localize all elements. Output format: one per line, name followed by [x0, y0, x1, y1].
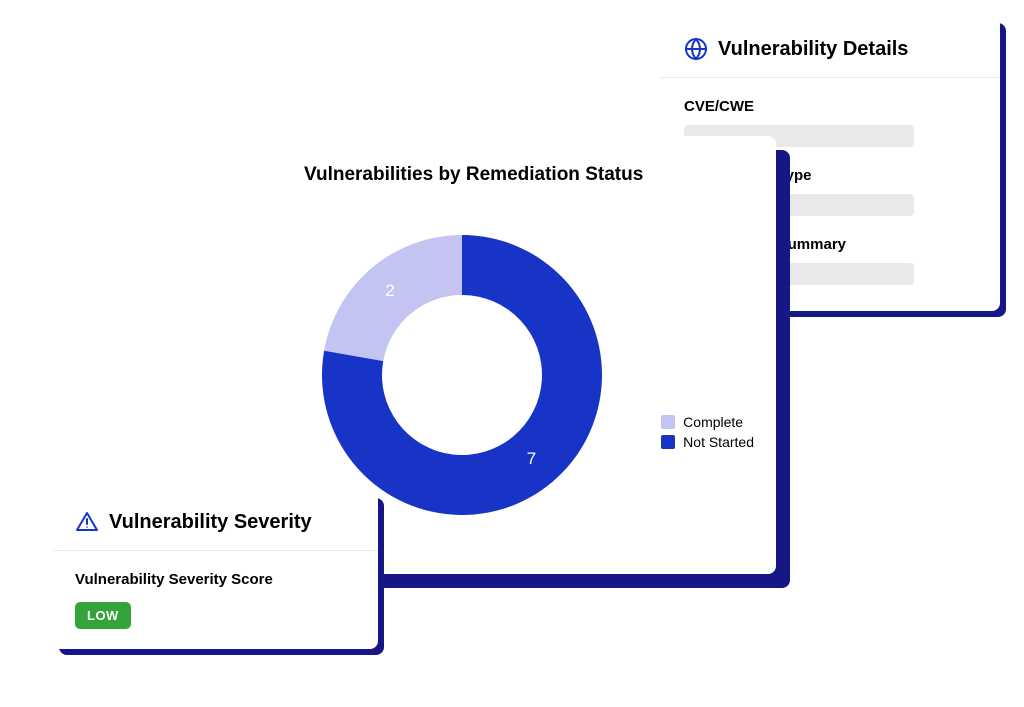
legend-label: Complete: [683, 414, 743, 430]
alert-icon: [75, 510, 99, 534]
legend-item-complete: Complete: [661, 414, 754, 430]
severity-badge: LOW: [75, 602, 131, 629]
legend-swatch: [661, 435, 675, 449]
donut-chart: 2 7 Complete Not Started: [302, 200, 752, 520]
field-label: CVE/CWE: [684, 98, 976, 115]
severity-header: Vulnerability Severity: [53, 502, 378, 551]
details-header: Vulnerability Details: [660, 27, 1000, 78]
severity-title: Vulnerability Severity: [109, 511, 312, 534]
legend-item-not-started: Not Started: [661, 434, 754, 450]
severity-score-label: Vulnerability Severity Score: [75, 571, 356, 588]
chart-title: Vulnerabilities by Remediation Status: [302, 158, 752, 194]
slice-value-not-started: 7: [527, 449, 536, 469]
chart-legend: Complete Not Started: [661, 410, 754, 454]
legend-swatch: [661, 415, 675, 429]
details-title: Vulnerability Details: [718, 38, 908, 61]
slice-value-complete: 2: [385, 281, 394, 301]
globe-icon: [684, 37, 708, 61]
vulnerability-severity-card: Vulnerability Severity Vulnerability Sev…: [53, 492, 378, 649]
legend-label: Not Started: [683, 434, 754, 450]
severity-body: Vulnerability Severity Score LOW: [53, 551, 378, 629]
